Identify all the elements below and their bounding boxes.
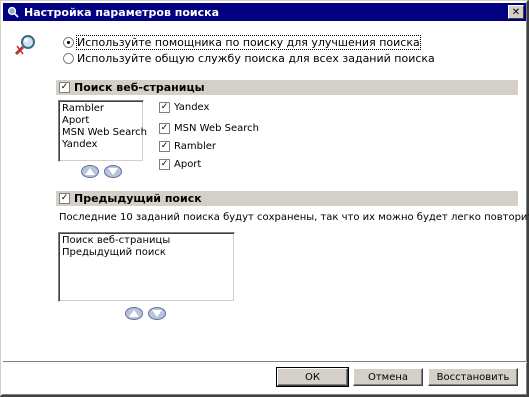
window-title: Настройка параметров поиска — [24, 5, 220, 19]
up-arrow-icon — [85, 168, 95, 175]
web-search-section-checkbox[interactable]: ✓ — [59, 82, 70, 93]
radio-button[interactable] — [63, 37, 74, 48]
engine-label: Yandex — [174, 102, 210, 113]
radio-use-assistant[interactable]: Используйте помощника по поиску для улуч… — [63, 35, 421, 50]
title-bar[interactable]: Настройка параметров поиска ✕ — [3, 3, 526, 21]
search-history-list[interactable]: Поиск веб-страницы Предыдущий поиск — [58, 232, 235, 302]
checkbox[interactable]: ✓ — [159, 159, 170, 170]
search-order-list[interactable]: Rambler Aport MSN Web Search Yandex — [58, 100, 147, 162]
radio-button[interactable] — [63, 53, 74, 64]
search-icon — [6, 5, 20, 19]
magnifier-icon — [13, 32, 39, 58]
previous-search-section-checkbox[interactable]: ✓ — [59, 193, 70, 204]
list-item[interactable]: Aport — [62, 115, 140, 127]
list-item[interactable]: Yandex — [62, 139, 140, 151]
previous-search-section-header[interactable]: ✓ Предыдущий поиск — [56, 191, 518, 206]
radio-label-common-service: Используйте общую службу поиска для всех… — [77, 52, 435, 65]
checkbox[interactable]: ✓ — [159, 141, 170, 152]
engine-label: Rambler — [174, 141, 216, 152]
engine-checkbox-yandex[interactable]: ✓ Yandex — [159, 102, 209, 113]
previous-search-section-title: Предыдущий поиск — [74, 192, 202, 205]
ok-button[interactable]: ОК — [276, 367, 349, 387]
move-down-button[interactable] — [104, 165, 122, 178]
cancel-button[interactable]: Отмена — [353, 368, 423, 386]
search-settings-dialog: Настройка параметров поиска ✕ Используйт… — [0, 0, 529, 397]
footer-divider — [3, 361, 527, 363]
down-arrow-icon — [108, 168, 118, 175]
list-item[interactable]: Предыдущий поиск — [62, 247, 231, 259]
engine-checkbox-msn[interactable]: ✓ MSN Web Search — [159, 123, 259, 134]
radio-use-common-service[interactable]: Используйте общую службу поиска для всех… — [63, 52, 435, 65]
checkbox[interactable]: ✓ — [159, 123, 170, 134]
engine-checkbox-aport[interactable]: ✓ Aport — [159, 159, 201, 170]
close-button[interactable]: ✕ — [508, 5, 524, 19]
restore-button[interactable]: Восстановить — [428, 368, 518, 386]
history-down-button[interactable] — [148, 307, 166, 320]
web-search-section-title: Поиск веб-страницы — [74, 81, 205, 94]
engine-checkbox-rambler[interactable]: ✓ Rambler — [159, 141, 216, 152]
list-item[interactable]: Поиск веб-страницы — [62, 235, 231, 247]
checkbox[interactable]: ✓ — [159, 102, 170, 113]
up-arrow-icon — [129, 310, 139, 317]
web-search-section-header[interactable]: ✓ Поиск веб-страницы — [56, 80, 518, 95]
list-item[interactable]: Rambler — [62, 103, 140, 115]
move-up-button[interactable] — [81, 165, 99, 178]
engine-label: Aport — [174, 159, 202, 170]
previous-search-description: Последние 10 заданий поиска будут сохран… — [59, 212, 529, 223]
engine-label: MSN Web Search — [174, 123, 259, 134]
history-up-button[interactable] — [125, 307, 143, 320]
list-item[interactable]: MSN Web Search — [62, 127, 147, 139]
radio-label-assistant: Используйте помощника по поиску для улуч… — [76, 35, 421, 50]
down-arrow-icon — [152, 310, 162, 317]
